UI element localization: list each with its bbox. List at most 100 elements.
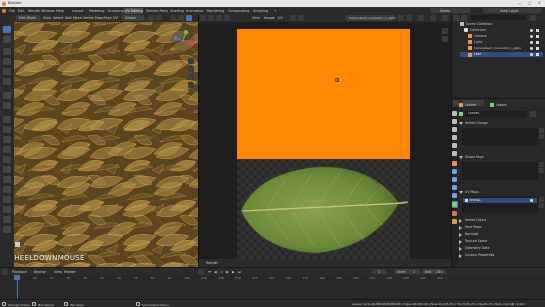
spin-tool-button[interactable] bbox=[3, 176, 11, 183]
pin-icon[interactable] bbox=[418, 15, 424, 21]
render-camera-icon[interactable] bbox=[536, 53, 539, 56]
timeline-track-area[interactable]: 0102030405060708090100110120130140150160… bbox=[0, 275, 545, 299]
outliner-editor-icon[interactable] bbox=[453, 14, 459, 21]
tab-uv-editing[interactable]: UV Editing bbox=[125, 9, 143, 13]
vertex-groups-list[interactable] bbox=[462, 128, 538, 146]
uv-overlay-icon[interactable] bbox=[430, 15, 436, 21]
viewport-menu-mesh[interactable]: Mesh bbox=[73, 16, 82, 20]
viewport-3d[interactable]: Edit Mode View Select Add Mesh Vertex Ed… bbox=[14, 14, 198, 267]
add-shape-key-button[interactable] bbox=[539, 162, 544, 167]
render-camera-icon[interactable] bbox=[536, 46, 539, 50]
image-display-channels-icon[interactable] bbox=[442, 15, 448, 21]
shear-tool-button[interactable] bbox=[3, 216, 11, 223]
navigation-gizmo[interactable] bbox=[170, 28, 196, 54]
select-tool-button[interactable] bbox=[3, 26, 11, 33]
mesh-data-tab-icon[interactable] bbox=[452, 202, 457, 207]
outliner-item-scene-collection[interactable]: Scene Collection bbox=[460, 22, 543, 27]
edge-slide-tool-button[interactable] bbox=[3, 196, 11, 203]
remove-shape-key-button[interactable] bbox=[539, 168, 544, 173]
outliner-item-camera[interactable]: Camera bbox=[460, 34, 543, 39]
uv-orange-face[interactable] bbox=[237, 29, 410, 159]
overlay-icon[interactable] bbox=[170, 15, 176, 21]
perspective-toggle-icon[interactable] bbox=[188, 82, 194, 88]
physics-tab-icon[interactable] bbox=[452, 185, 457, 190]
rip-region-tool-button[interactable] bbox=[3, 226, 11, 233]
menu-edit[interactable]: Edit bbox=[18, 9, 25, 13]
section-normals[interactable]: Normals bbox=[459, 232, 543, 238]
pan-icon[interactable] bbox=[188, 66, 194, 72]
particles-tab-icon[interactable] bbox=[452, 177, 457, 182]
image-menu-view[interactable]: View bbox=[252, 16, 260, 20]
bevel-tool-button[interactable] bbox=[3, 136, 11, 143]
move-tool-button[interactable] bbox=[3, 48, 11, 55]
area-divider-right[interactable] bbox=[451, 14, 452, 267]
xray-icon[interactable] bbox=[178, 15, 184, 21]
render-tab-icon[interactable] bbox=[452, 119, 457, 124]
tab-shading[interactable]: Shading bbox=[170, 9, 184, 13]
smooth-tool-button[interactable] bbox=[3, 186, 11, 193]
uv-sync-icon[interactable] bbox=[224, 15, 230, 21]
remove-uv-map-button[interactable] bbox=[539, 203, 544, 208]
jump-end-button[interactable]: ⏭ bbox=[238, 270, 241, 274]
remove-vertex-group-button[interactable] bbox=[539, 134, 544, 139]
knife-tool-button[interactable] bbox=[3, 156, 11, 163]
section-shape-keys[interactable]: Shape Keys bbox=[459, 155, 543, 161]
filter-icon[interactable] bbox=[530, 14, 536, 21]
add-workspace-button[interactable]: + bbox=[274, 9, 277, 13]
object-tab-icon[interactable] bbox=[452, 161, 457, 166]
tab-scripting[interactable]: Scripting bbox=[253, 9, 268, 13]
viewport-menu-add[interactable]: Add bbox=[65, 16, 72, 20]
auto-keying-icon[interactable] bbox=[198, 268, 204, 275]
camera-view-icon[interactable] bbox=[188, 74, 194, 80]
frame-ruler[interactable]: 0102030405060708090100110120130140150160… bbox=[0, 275, 545, 281]
menu-render[interactable]: Render bbox=[28, 9, 40, 13]
modifier-tab-icon[interactable] bbox=[452, 169, 457, 174]
image-menu-image[interactable]: Image bbox=[264, 16, 275, 20]
render-camera-icon[interactable] bbox=[536, 34, 539, 38]
measure-tool-button[interactable] bbox=[3, 102, 11, 109]
new-image-icon[interactable] bbox=[398, 15, 404, 21]
constraints-tab-icon[interactable] bbox=[452, 193, 457, 198]
tab-animation[interactable]: Animation bbox=[186, 9, 203, 13]
tab-modeling[interactable]: Modeling bbox=[89, 9, 104, 13]
open-image-icon[interactable] bbox=[406, 15, 412, 21]
section-texture-space[interactable]: Texture Space bbox=[459, 239, 543, 245]
add-uv-map-button[interactable] bbox=[539, 197, 544, 202]
minimize-button[interactable]: — bbox=[518, 1, 522, 6]
tab-sculpting[interactable]: Sculpting bbox=[108, 9, 124, 13]
shading-solid-icon[interactable] bbox=[186, 15, 192, 21]
jump-start-button[interactable]: ⏮ bbox=[208, 270, 211, 274]
display-mode-icon[interactable] bbox=[461, 14, 467, 21]
extrude-tool-button[interactable] bbox=[3, 116, 11, 123]
timeline[interactable]: Playback Keying View Marker ⏮ ◀ ◁ ▶ ▶ ⏭ … bbox=[0, 267, 545, 299]
uv-select-mode-icon[interactable] bbox=[208, 15, 214, 21]
viewport-menu-uv[interactable]: UV bbox=[113, 16, 118, 20]
output-tab-icon[interactable] bbox=[452, 127, 457, 132]
uv-pan-icon[interactable] bbox=[442, 36, 448, 42]
section-vertex-colors[interactable]: Vertex Colors bbox=[459, 218, 543, 224]
viewport-menu-edge[interactable]: Edge bbox=[95, 16, 104, 20]
area-divider-left[interactable] bbox=[198, 14, 199, 267]
next-keyframe-button[interactable]: ▶ bbox=[232, 270, 235, 274]
section-vertex-groups[interactable]: Vertex Groups bbox=[459, 121, 543, 127]
render-camera-icon[interactable] bbox=[536, 28, 539, 32]
visibility-eye-icon[interactable] bbox=[530, 53, 533, 56]
sticky-select-icon[interactable] bbox=[216, 15, 222, 21]
visibility-eye-icon[interactable] bbox=[530, 40, 533, 44]
tool-tab-icon[interactable] bbox=[452, 111, 457, 116]
proportional-edit-icon[interactable] bbox=[156, 15, 162, 21]
section-uv-maps[interactable]: UV Maps bbox=[459, 190, 543, 196]
play-reverse-button[interactable]: ◁ bbox=[220, 270, 223, 274]
outliner-search-input[interactable] bbox=[470, 15, 526, 20]
section-custom-properties[interactable]: Custom Properties bbox=[459, 253, 543, 259]
tab-rendering[interactable]: Rendering bbox=[207, 9, 224, 13]
uv-snap-icon[interactable] bbox=[298, 15, 304, 21]
section-face-maps[interactable]: Face Maps bbox=[459, 225, 543, 231]
transform-tool-button[interactable] bbox=[3, 78, 11, 85]
fake-user-icon[interactable] bbox=[530, 111, 536, 117]
editor-type-icon[interactable] bbox=[200, 15, 206, 21]
maximize-button[interactable]: □ bbox=[528, 1, 531, 6]
timeline-menu-playback[interactable]: Playback bbox=[12, 270, 27, 274]
timeline-menu-view[interactable]: View bbox=[54, 270, 62, 274]
visibility-eye-icon[interactable] bbox=[530, 34, 533, 38]
